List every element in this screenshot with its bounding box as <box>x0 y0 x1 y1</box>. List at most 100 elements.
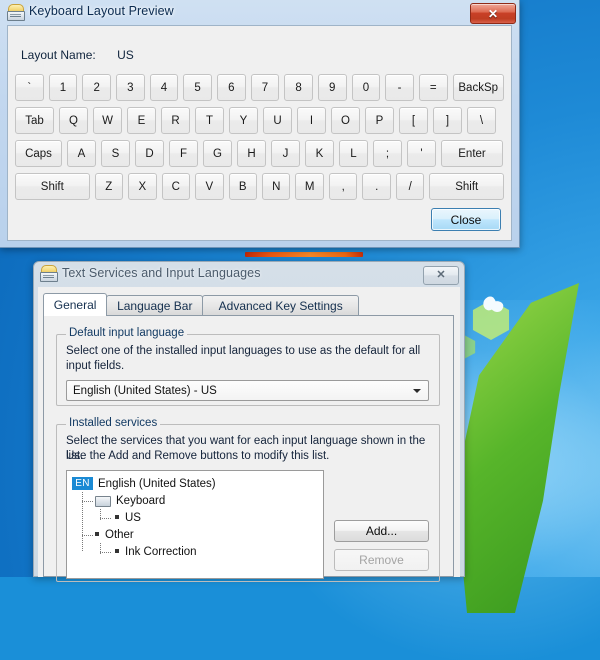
key-k[interactable]: K <box>305 140 334 167</box>
chevron-down-icon <box>413 389 421 393</box>
key-n[interactable]: N <box>262 173 291 200</box>
tree-node-keyboard[interactable]: Keyboard <box>67 492 323 509</box>
group-title: Default input language <box>66 327 188 339</box>
key-shift[interactable]: Shift <box>429 173 504 200</box>
key-8[interactable]: 8 <box>284 74 313 101</box>
close-icon: ✕ <box>436 269 446 281</box>
key-[interactable]: - <box>385 74 414 101</box>
tree-node-label: Keyboard <box>116 494 166 507</box>
key-backsp[interactable]: BackSp <box>452 74 504 101</box>
key-f[interactable]: F <box>169 140 198 167</box>
key-[interactable]: ; <box>373 140 402 167</box>
bullet-icon <box>115 514 119 519</box>
key-z[interactable]: Z <box>94 173 124 200</box>
tree-node-label: English (United States) <box>98 477 216 490</box>
key-7[interactable]: 7 <box>250 74 280 101</box>
tab-label: Language Bar <box>117 298 193 313</box>
key-q[interactable]: Q <box>59 107 88 134</box>
tab-label: Advanced Key Settings <box>218 298 343 313</box>
default-input-language-group: Default input language Select one of the… <box>56 327 440 406</box>
bullet-icon <box>95 531 99 536</box>
key-v[interactable]: V <box>195 173 224 200</box>
key-shift[interactable]: Shift <box>15 173 90 200</box>
group-title: Installed services <box>66 417 161 429</box>
close-icon: ✕ <box>487 6 499 21</box>
key-[interactable]: ` <box>15 74 44 101</box>
key-e[interactable]: E <box>127 107 156 134</box>
add-button[interactable]: Add... <box>334 520 429 542</box>
key-g[interactable]: G <box>203 140 232 167</box>
key-[interactable]: ' <box>407 140 436 167</box>
tree-node-us[interactable]: US <box>67 509 323 526</box>
key-3[interactable]: 3 <box>115 74 145 101</box>
key-tab[interactable]: Tab <box>15 107 54 134</box>
key-enter[interactable]: Enter <box>441 140 503 167</box>
background-window-sliver[interactable] <box>245 252 363 257</box>
key-j[interactable]: J <box>271 140 300 167</box>
default-input-language-description: Select one of the installed input langua… <box>66 345 421 372</box>
key-i[interactable]: I <box>297 107 326 134</box>
key-a[interactable]: A <box>67 140 96 167</box>
key-[interactable]: \ <box>467 107 496 134</box>
key-o[interactable]: O <box>331 107 360 134</box>
key-[interactable]: ] <box>433 107 462 134</box>
keyboard-row: Tab Q W E R T Y U I O P[] \ <box>15 107 504 134</box>
key-w[interactable]: W <box>93 107 122 134</box>
close-window-button[interactable]: ✕ <box>470 3 516 24</box>
key-9[interactable]: 9 <box>317 74 347 101</box>
tab-language-bar[interactable]: Language Bar <box>106 295 204 315</box>
key-d[interactable]: D <box>135 140 164 167</box>
window-title: Text Services and Input Languages <box>62 266 261 280</box>
keyboard-layout-icon <box>7 4 25 21</box>
key-0[interactable]: 0 <box>351 74 381 101</box>
key-caps[interactable]: Caps <box>15 140 62 167</box>
wallpaper-leaf <box>455 283 579 613</box>
titlebar[interactable]: Keyboard Layout Preview ✕ <box>0 0 520 25</box>
installed-services-tree[interactable]: EN English (United States) Keyboard US O… <box>66 470 324 579</box>
tab-general[interactable]: General <box>43 293 108 316</box>
key-[interactable]: . <box>362 173 391 200</box>
key-u[interactable]: U <box>263 107 292 134</box>
tree-node-language[interactable]: EN English (United States) <box>67 475 323 492</box>
key-1[interactable]: 1 <box>48 74 78 101</box>
window-client-area: General Language Bar Advanced Key Settings… <box>38 287 460 582</box>
remove-button-label: Remove <box>359 553 404 567</box>
keyboard-icon <box>95 496 111 507</box>
keyboard-layout-preview-window[interactable]: Keyboard Layout Preview ✕ Layout Name: U… <box>0 0 520 248</box>
key-r[interactable]: R <box>161 107 190 134</box>
key-2[interactable]: 2 <box>82 74 111 101</box>
key-x[interactable]: X <box>128 173 157 200</box>
key-6[interactable]: 6 <box>216 74 246 101</box>
text-services-window[interactable]: Text Services and Input Languages ✕ Gene… <box>33 261 465 582</box>
key-b[interactable]: B <box>228 173 257 200</box>
key-t[interactable]: T <box>195 107 224 134</box>
default-input-language-value: English (United States) - US <box>73 384 217 397</box>
default-input-language-combobox[interactable]: English (United States) - US <box>66 380 429 401</box>
key-s[interactable]: S <box>101 140 130 167</box>
key-h[interactable]: H <box>237 140 266 167</box>
tree-node-label: Ink Correction <box>125 545 197 558</box>
key-[interactable]: / <box>395 173 425 200</box>
key-[interactable]: , <box>328 173 358 200</box>
tree-node-ink-correction[interactable]: Ink Correction <box>67 543 323 560</box>
key-[interactable]: = <box>418 74 448 101</box>
key-5[interactable]: 5 <box>183 74 212 101</box>
key-l[interactable]: L <box>339 140 368 167</box>
tree-node-label: US <box>125 511 141 524</box>
close-button[interactable]: Close <box>431 208 501 231</box>
bullet-icon <box>115 548 119 553</box>
key-4[interactable]: 4 <box>149 74 179 101</box>
tree-node-other[interactable]: Other <box>67 526 323 543</box>
key-y[interactable]: Y <box>229 107 258 134</box>
keyboard-row: Caps A S D F G H J K L; ' Enter <box>15 140 504 167</box>
close-window-button[interactable]: ✕ <box>423 266 459 285</box>
key-[interactable]: [ <box>399 107 428 134</box>
layout-name-label: Layout Name: <box>21 48 96 62</box>
tree-node-label: Other <box>105 528 134 541</box>
titlebar[interactable]: Text Services and Input Languages ✕ <box>33 261 465 287</box>
tab-advanced-key-settings[interactable]: Advanced Key Settings <box>202 295 359 315</box>
tab-strip: General Language Bar Advanced Key Settings <box>43 293 454 316</box>
key-c[interactable]: C <box>161 173 191 200</box>
key-p[interactable]: P <box>365 107 394 134</box>
key-m[interactable]: M <box>295 173 324 200</box>
